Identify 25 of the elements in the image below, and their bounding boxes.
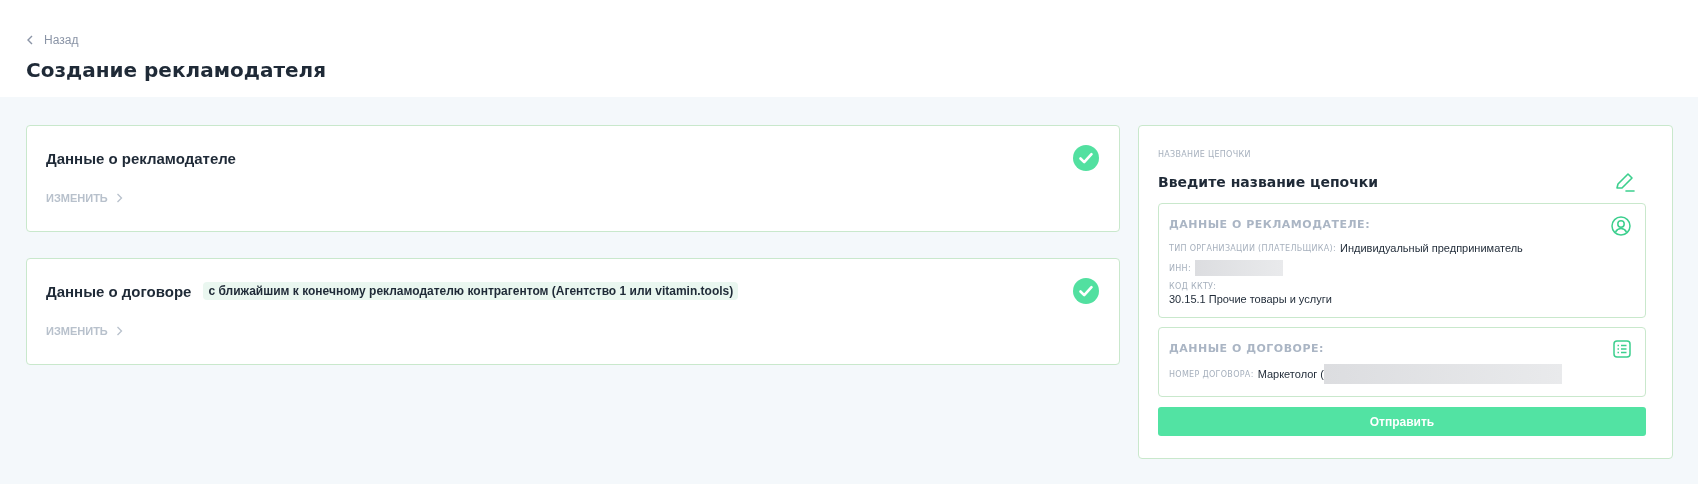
chain-caption: НАЗВАНИЕ ЦЕПОЧКИ [1158, 150, 1252, 159]
list-icon [1613, 340, 1631, 358]
field-label: ТИП ОРГАНИЗАЦИИ (ПЛАТЕЛЬЩИКА): [1169, 243, 1336, 253]
edit-link[interactable]: ИЗМЕНИТЬ [46, 325, 123, 337]
chevron-right-icon [115, 326, 123, 336]
field-value: Индивидуальный предприниматель [1340, 242, 1523, 254]
chevron-right-icon [115, 193, 123, 203]
user-icon [1611, 216, 1631, 236]
field-label: НОМЕР ДОГОВОРА: [1169, 369, 1254, 379]
step-title: Данные о рекламодателе [46, 149, 236, 167]
step-tag: с ближайшим к конечному рекламодателю контрагентом (Агентство 1 или vitamin.tools) [203, 282, 739, 300]
field-label: КОД ККТУ: [1169, 282, 1217, 291]
field-value: Маркетолог ( [1257, 368, 1325, 380]
chevron-left-icon [26, 35, 34, 45]
pencil-icon[interactable] [1614, 171, 1636, 193]
chain-name: Введите название цепочки [1158, 174, 1379, 190]
section-title: ДАННЫЕ О РЕКЛАМОДАТЕЛЕ: [1169, 218, 1371, 231]
step-title: Данные о договоре [46, 282, 192, 300]
field-value: 30.15.1 Прочие товары и услуги [1169, 293, 1332, 305]
field-label: ИНН: [1169, 263, 1191, 273]
back-link[interactable]: Назад [26, 33, 79, 47]
edit-link[interactable]: ИЗМЕНИТЬ [46, 192, 123, 204]
submit-button[interactable]: Отправить [1158, 407, 1646, 436]
page-title: Создание рекламодателя [26, 58, 328, 82]
section-title: ДАННЫЕ О ДОГОВОРЕ: [1169, 342, 1324, 355]
